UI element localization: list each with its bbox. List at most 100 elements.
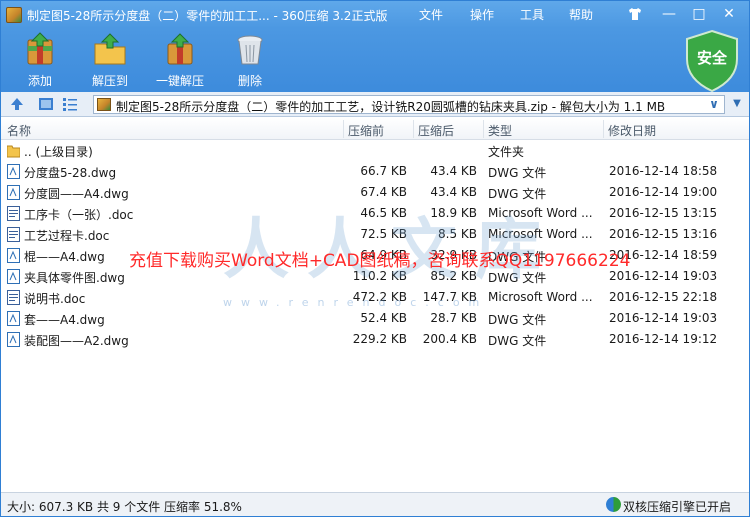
file-size-before: 66.7 KB: [360, 164, 407, 178]
file-size-before: 110.2 KB: [352, 269, 407, 283]
file-date: 2016-12-15 22:18: [609, 290, 718, 304]
history-chevron-icon[interactable]: ∨: [706, 97, 722, 112]
file-size-after: 28.7 KB: [430, 311, 477, 325]
column-divider[interactable]: [343, 120, 344, 138]
header-area: 制定图5-28所示分度盘（二）零件的加工工... - 360压缩 3.2正式版 …: [1, 1, 749, 93]
file-type: DWG 文件: [488, 166, 547, 180]
extract-folder-icon: [92, 32, 128, 68]
file-size-after: 18.9 KB: [430, 206, 477, 220]
file-date: 2016-12-15 13:15: [609, 206, 718, 220]
file-size-after: 85.2 KB: [430, 269, 477, 283]
chevron-down-icon[interactable]: ▼: [729, 96, 745, 112]
table-row[interactable]: 装配图——A2.dwg 229.2 KB 200.4 KB DWG 文件 201…: [1, 329, 749, 350]
column-divider[interactable]: [413, 120, 414, 138]
dwg-file-icon: [7, 269, 20, 284]
file-size-after: 43.4 KB: [430, 185, 477, 199]
file-size-after: 147.7 KB: [422, 290, 477, 304]
file-size-after: 200.4 KB: [422, 332, 477, 346]
file-type: DWG 文件: [488, 313, 547, 327]
file-type: 文件夹: [488, 145, 525, 159]
dwg-file-icon: [7, 185, 20, 200]
trash-icon: [232, 32, 268, 68]
file-name: 说明书.doc: [24, 292, 86, 306]
large-icon-view-icon[interactable]: [38, 96, 54, 112]
folder-up-icon: [7, 145, 20, 158]
column-modified[interactable]: 修改日期: [608, 122, 656, 139]
column-name[interactable]: 名称: [7, 122, 31, 139]
extract-to-button[interactable]: 解压到: [75, 32, 145, 90]
security-shield[interactable]: 安全: [683, 29, 741, 93]
list-view-icon[interactable]: [62, 96, 78, 112]
archive-summary: 大小: 607.3 KB 共 9 个文件 压缩率 51.8%: [7, 500, 242, 514]
title-bar: 制定图5-28所示分度盘（二）零件的加工工... - 360压缩 3.2正式版 …: [1, 1, 749, 29]
archive-window: 制定图5-28所示分度盘（二）零件的加工工... - 360压缩 3.2正式版 …: [0, 0, 750, 517]
file-list-header: 名称 压缩前 压缩后 类型 修改日期: [1, 118, 749, 140]
close-button[interactable]: ✕: [717, 3, 741, 25]
engine-status[interactable]: 双核压缩引擎已开启: [623, 498, 731, 515]
file-name: 套——A4.dwg: [24, 313, 105, 327]
table-row[interactable]: 分度圆——A4.dwg 67.4 KB 43.4 KB DWG 文件 2016-…: [1, 182, 749, 203]
column-unpacked[interactable]: 压缩后: [418, 122, 454, 139]
table-row[interactable]: 说明书.doc 472.2 KB 147.7 KB Microsoft Word…: [1, 287, 749, 308]
file-size-after: 43.4 KB: [430, 164, 477, 178]
file-size-before: 229.2 KB: [352, 332, 407, 346]
shirt-icon: [629, 8, 641, 20]
file-date: 2016-12-14 19:12: [609, 332, 718, 346]
one-click-extract-label: 一键解压: [155, 74, 204, 88]
file-size-before: 72.5 KB: [360, 227, 407, 241]
column-type[interactable]: 类型: [488, 122, 512, 139]
file-size-after: 8.5 KB: [438, 227, 477, 241]
file-date: 2016-12-14 19:00: [609, 185, 718, 199]
file-name: 分度盘5-28.dwg: [24, 166, 117, 180]
status-bar: 大小: 607.3 KB 共 9 个文件 压缩率 51.8% 双核压缩引擎已开启: [1, 492, 749, 516]
menu-operate[interactable]: 操作: [470, 6, 494, 23]
file-type: Microsoft Word ...: [488, 227, 593, 241]
file-type: DWG 文件: [488, 187, 547, 201]
table-row[interactable]: 工序卡（一张）.doc 46.5 KB 18.9 KB Microsoft Wo…: [1, 203, 749, 224]
address-row: 制定图5-28所示分度盘（二）零件的加工工艺，设计铣R20圆弧槽的钻床夹具.zi…: [1, 92, 749, 117]
file-size-before: 46.5 KB: [360, 206, 407, 220]
minimize-button[interactable]: —: [657, 3, 681, 25]
delete-button[interactable]: 删除: [215, 32, 285, 90]
zip-archive-icon: [97, 98, 111, 111]
skin-button[interactable]: [623, 3, 647, 25]
file-date: 2016-12-14 19:03: [609, 269, 718, 283]
list-item-parent-dir[interactable]: .. (上级目录) 文件夹: [1, 140, 749, 161]
file-name: 工序卡（一张）.doc: [24, 208, 134, 222]
add-archive-icon: [22, 32, 58, 68]
add-label: 添加: [27, 74, 52, 88]
window-title: 制定图5-28所示分度盘（二）零件的加工工... - 360压缩 3.2正式版: [27, 9, 388, 23]
column-packed[interactable]: 压缩前: [348, 122, 384, 139]
archive-path: 制定图5-28所示分度盘（二）零件的加工工艺，设计铣R20圆弧槽的钻床夹具.zi…: [116, 100, 666, 114]
add-button[interactable]: 添加: [5, 32, 75, 90]
dwg-file-icon: [7, 332, 20, 347]
promo-banner-text: 充值下载购买Word文档+CAD图纸稿，咨询联系QQ1197666224: [129, 251, 631, 271]
file-type: Microsoft Word ...: [488, 206, 593, 220]
menu-tools[interactable]: 工具: [520, 6, 544, 23]
dwg-file-icon: [7, 248, 20, 263]
up-arrow-icon[interactable]: [9, 96, 25, 112]
menu-file[interactable]: 文件: [419, 6, 443, 23]
file-name: 装配图——A2.dwg: [24, 334, 129, 348]
file-size-before: 52.4 KB: [360, 311, 407, 325]
extract-to-label: 解压到: [91, 74, 128, 88]
file-list: .. (上级目录) 文件夹 分度盘5-28.dwg 66.7 KB 43.4 K…: [1, 140, 749, 492]
dwg-file-icon: [7, 311, 20, 326]
column-divider[interactable]: [483, 120, 484, 138]
table-row[interactable]: 工艺过程卡.doc 72.5 KB 8.5 KB Microsoft Word …: [1, 224, 749, 245]
word-file-icon: [7, 206, 20, 221]
file-name: 棍——A4.dwg: [24, 250, 105, 264]
table-row[interactable]: 分度盘5-28.dwg 66.7 KB 43.4 KB DWG 文件 2016-…: [1, 161, 749, 182]
one-click-extract-button[interactable]: 一键解压: [145, 32, 215, 90]
column-divider[interactable]: [603, 120, 604, 138]
word-file-icon: [7, 227, 20, 242]
file-date: 2016-12-14 18:58: [609, 164, 718, 178]
file-name: 夹具体零件图.dwg: [24, 271, 125, 285]
address-field[interactable]: 制定图5-28所示分度盘（二）零件的加工工艺，设计铣R20圆弧槽的钻床夹具.zi…: [93, 95, 725, 114]
maximize-button[interactable]: □: [687, 3, 711, 25]
table-row[interactable]: 套——A4.dwg 52.4 KB 28.7 KB DWG 文件 2016-12…: [1, 308, 749, 329]
security-label: 安全: [696, 49, 727, 67]
file-name: 工艺过程卡.doc: [24, 229, 110, 243]
menu-help[interactable]: 帮助: [569, 6, 593, 23]
delete-label: 删除: [237, 74, 262, 88]
